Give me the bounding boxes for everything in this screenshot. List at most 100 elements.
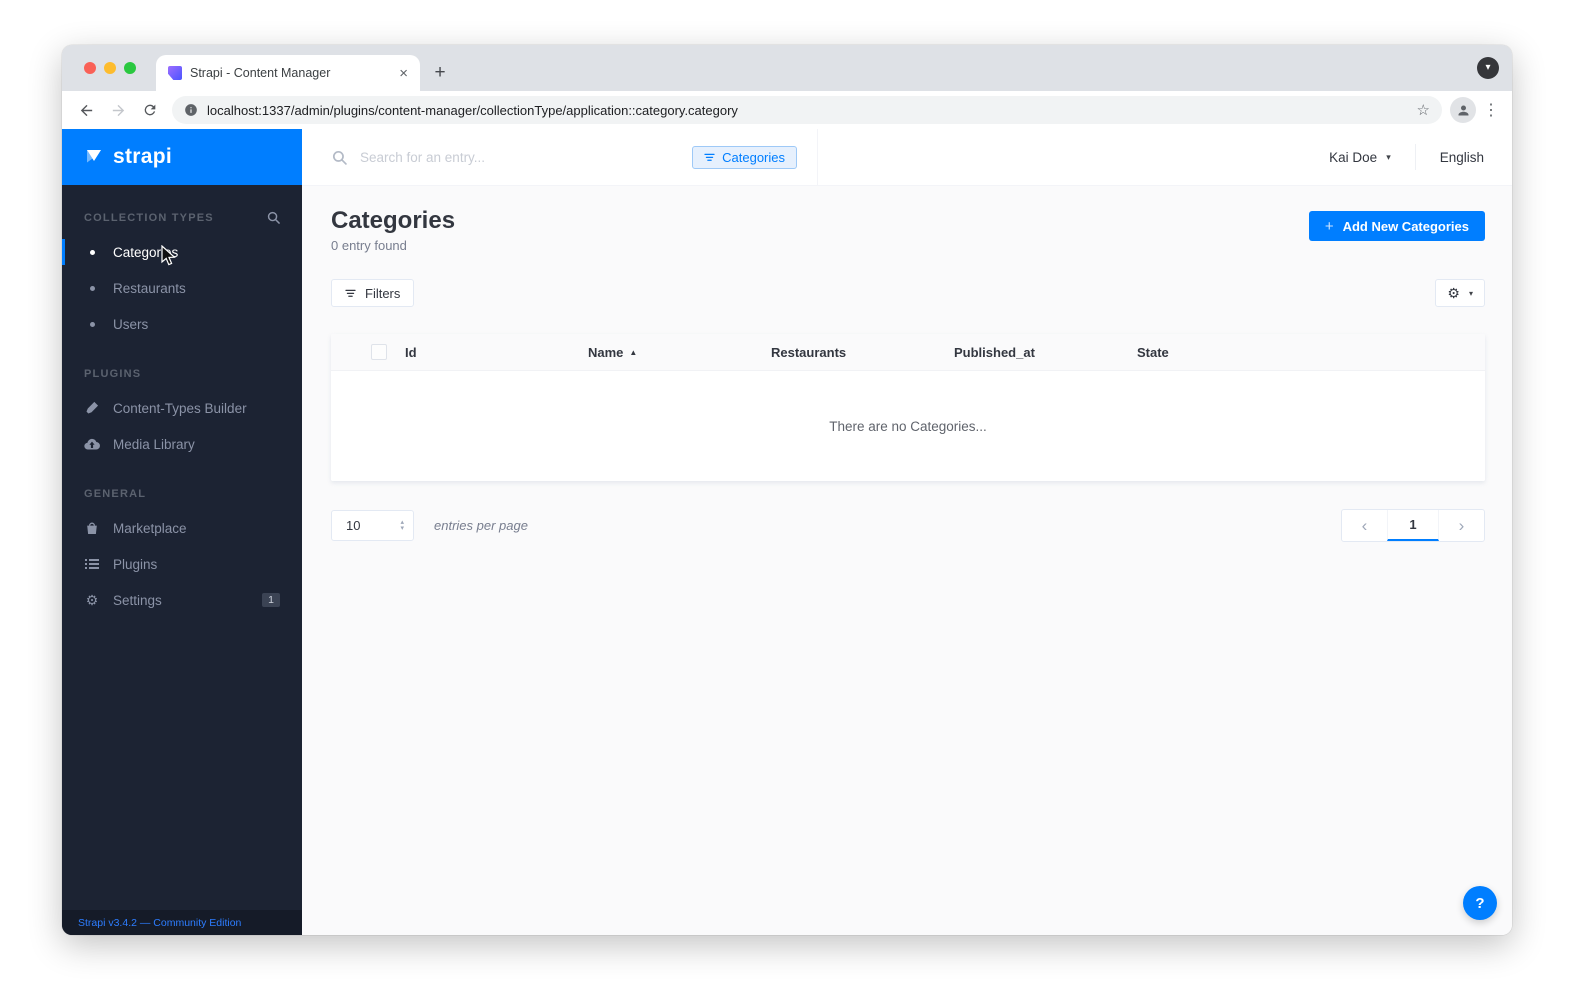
stepper-down-icon: ▾	[400, 524, 404, 532]
search-zone: Categories	[302, 129, 818, 185]
strapi-wordmark: strapi	[113, 145, 172, 168]
app-topbar: Categories Kai Doe ▾ English	[302, 129, 1512, 186]
sidebar-item-settings[interactable]: ⚙ Settings 1	[62, 582, 302, 618]
previous-page-button[interactable]: ‹	[1342, 510, 1387, 541]
collection-filter-chip[interactable]: Categories	[692, 145, 797, 169]
section-collection-types: COLLECTION TYPES Categories Restaurants …	[62, 211, 302, 342]
new-tab-button[interactable]: +	[426, 59, 454, 87]
sort-ascending-icon: ▲	[629, 347, 638, 357]
tab-title: Strapi - Content Manager	[190, 66, 331, 80]
bullet-icon	[84, 321, 100, 327]
zoom-window-button[interactable]	[124, 62, 136, 74]
strapi-logo-icon	[87, 150, 101, 163]
sidebar-item-label: Settings	[113, 592, 162, 608]
sidebar-footer: Strapi v3.4.2 — Community Edition	[62, 910, 302, 935]
controls-row: Filters ⚙ ▾	[331, 279, 1485, 308]
add-new-categories-button[interactable]: + Add New Categories	[1308, 211, 1485, 241]
tab-search-button[interactable]: ▾	[1477, 57, 1499, 79]
sidebar-item-content-types-builder[interactable]: Content-Types Builder	[62, 390, 302, 426]
select-all-checkbox[interactable]	[371, 344, 387, 361]
column-label: Restaurants	[771, 344, 847, 360]
help-button[interactable]: ?	[1463, 886, 1497, 920]
sidebar-item-marketplace[interactable]: Marketplace	[62, 510, 302, 546]
sidebar-item-plugins[interactable]: Plugins	[62, 546, 302, 582]
address-bar[interactable]: localhost:1337/admin/plugins/content-man…	[172, 96, 1442, 124]
entry-count: 0 entry found	[331, 238, 407, 254]
bullet-icon	[84, 285, 100, 291]
language-selector[interactable]: English	[1440, 150, 1484, 165]
sidebar-item-users[interactable]: Users	[62, 306, 302, 342]
section-general-header: GENERAL	[62, 488, 302, 500]
stepper-icons[interactable]: ▴ ▾	[400, 519, 404, 532]
bullet-icon	[84, 249, 100, 255]
reload-button[interactable]	[136, 96, 164, 124]
column-header-name[interactable]: Name ▲	[588, 345, 771, 360]
site-info-icon[interactable]	[184, 103, 198, 117]
cloud-upload-icon	[84, 438, 100, 450]
strapi-logo[interactable]: strapi	[62, 129, 302, 185]
view-settings-dropdown[interactable]: ⚙ ▾	[1435, 279, 1485, 308]
per-page-label: entries per page	[434, 518, 528, 534]
column-label: Published_at	[954, 344, 1035, 360]
section-general: GENERAL Marketplace Plugins ⚙ Settings 1	[62, 488, 302, 618]
per-page-control: 10 ▴ ▾ entries per page	[331, 510, 528, 542]
forward-button[interactable]	[104, 96, 132, 124]
user-menu[interactable]: Kai Doe	[1329, 150, 1377, 165]
browser-menu-icon[interactable]: ⋮	[1480, 100, 1502, 120]
section-title: COLLECTION TYPES	[84, 211, 214, 224]
sidebar-item-label: Users	[113, 316, 149, 332]
sidebar-item-media-library[interactable]: Media Library	[62, 426, 302, 462]
current-page[interactable]: 1	[1387, 510, 1439, 542]
filters-button[interactable]: Filters	[331, 279, 415, 308]
title-row: Categories 0 entry found + Add New Categ…	[331, 207, 1485, 254]
minimize-window-button[interactable]	[104, 62, 116, 74]
search-input[interactable]	[358, 148, 682, 166]
column-header-state[interactable]: State	[1137, 345, 1320, 360]
table-header-row: Id Name ▲ Restaurants Published_at State	[331, 334, 1485, 372]
column-header-restaurants[interactable]: Restaurants	[771, 345, 954, 360]
version-link[interactable]: Strapi v3.4.2 — Community Edition	[78, 917, 241, 929]
column-header-id[interactable]: Id	[405, 345, 588, 360]
strapi-admin-app: strapi COLLECTION TYPES Categories Resta…	[62, 129, 1512, 935]
title-block: Categories 0 entry found	[331, 207, 456, 254]
window-traffic-lights	[84, 62, 136, 74]
entries-table: Id Name ▲ Restaurants Published_at State…	[331, 334, 1485, 482]
tab-close-icon[interactable]: ×	[399, 66, 408, 81]
back-button[interactable]	[72, 96, 100, 124]
select-all-cell	[331, 344, 405, 361]
entries-per-page-select[interactable]: 10 ▴ ▾	[331, 510, 414, 542]
person-icon	[1458, 105, 1468, 115]
bookmark-star-icon[interactable]: ☆	[1417, 101, 1430, 119]
column-label: Name	[588, 344, 624, 360]
search-icon[interactable]	[267, 211, 280, 224]
screenshot-canvas: Strapi - Content Manager × + ▾ localhost…	[0, 0, 1580, 1000]
chevron-down-icon[interactable]: ▾	[1386, 152, 1391, 163]
sidebar-item-restaurants[interactable]: Restaurants	[62, 270, 302, 306]
mouse-cursor	[161, 245, 176, 266]
sidebar-item-categories[interactable]: Categories	[62, 234, 302, 270]
sidebar-item-label: Marketplace	[113, 520, 187, 536]
column-header-published-at[interactable]: Published_at	[954, 345, 1137, 360]
browser-tab[interactable]: Strapi - Content Manager ×	[156, 55, 420, 91]
strapi-favicon-icon	[168, 66, 182, 80]
chevron-down-icon: ▾	[1485, 62, 1491, 73]
section-title: PLUGINS	[84, 368, 142, 380]
settings-badge: 1	[262, 593, 280, 607]
content-area: Categories 0 entry found + Add New Categ…	[302, 186, 1512, 935]
browser-toolbar: localhost:1337/admin/plugins/content-man…	[62, 91, 1512, 129]
page-title: Categories	[331, 207, 456, 234]
sidebar-item-label: Plugins	[113, 556, 158, 572]
main-panel: Categories Kai Doe ▾ English Categories	[302, 129, 1512, 935]
section-title: GENERAL	[84, 488, 147, 500]
filter-icon	[345, 289, 356, 297]
list-icon	[84, 558, 100, 570]
column-label: State	[1137, 344, 1169, 360]
close-window-button[interactable]	[84, 62, 96, 74]
sidebar: strapi COLLECTION TYPES Categories Resta…	[62, 129, 302, 935]
next-page-button[interactable]: ›	[1439, 510, 1484, 541]
per-page-value: 10	[346, 518, 361, 534]
search-icon	[332, 150, 347, 165]
browser-profile-avatar[interactable]	[1450, 97, 1476, 123]
browser-tabstrip: Strapi - Content Manager × + ▾	[62, 45, 1512, 91]
section-plugins-header: PLUGINS	[62, 368, 302, 380]
